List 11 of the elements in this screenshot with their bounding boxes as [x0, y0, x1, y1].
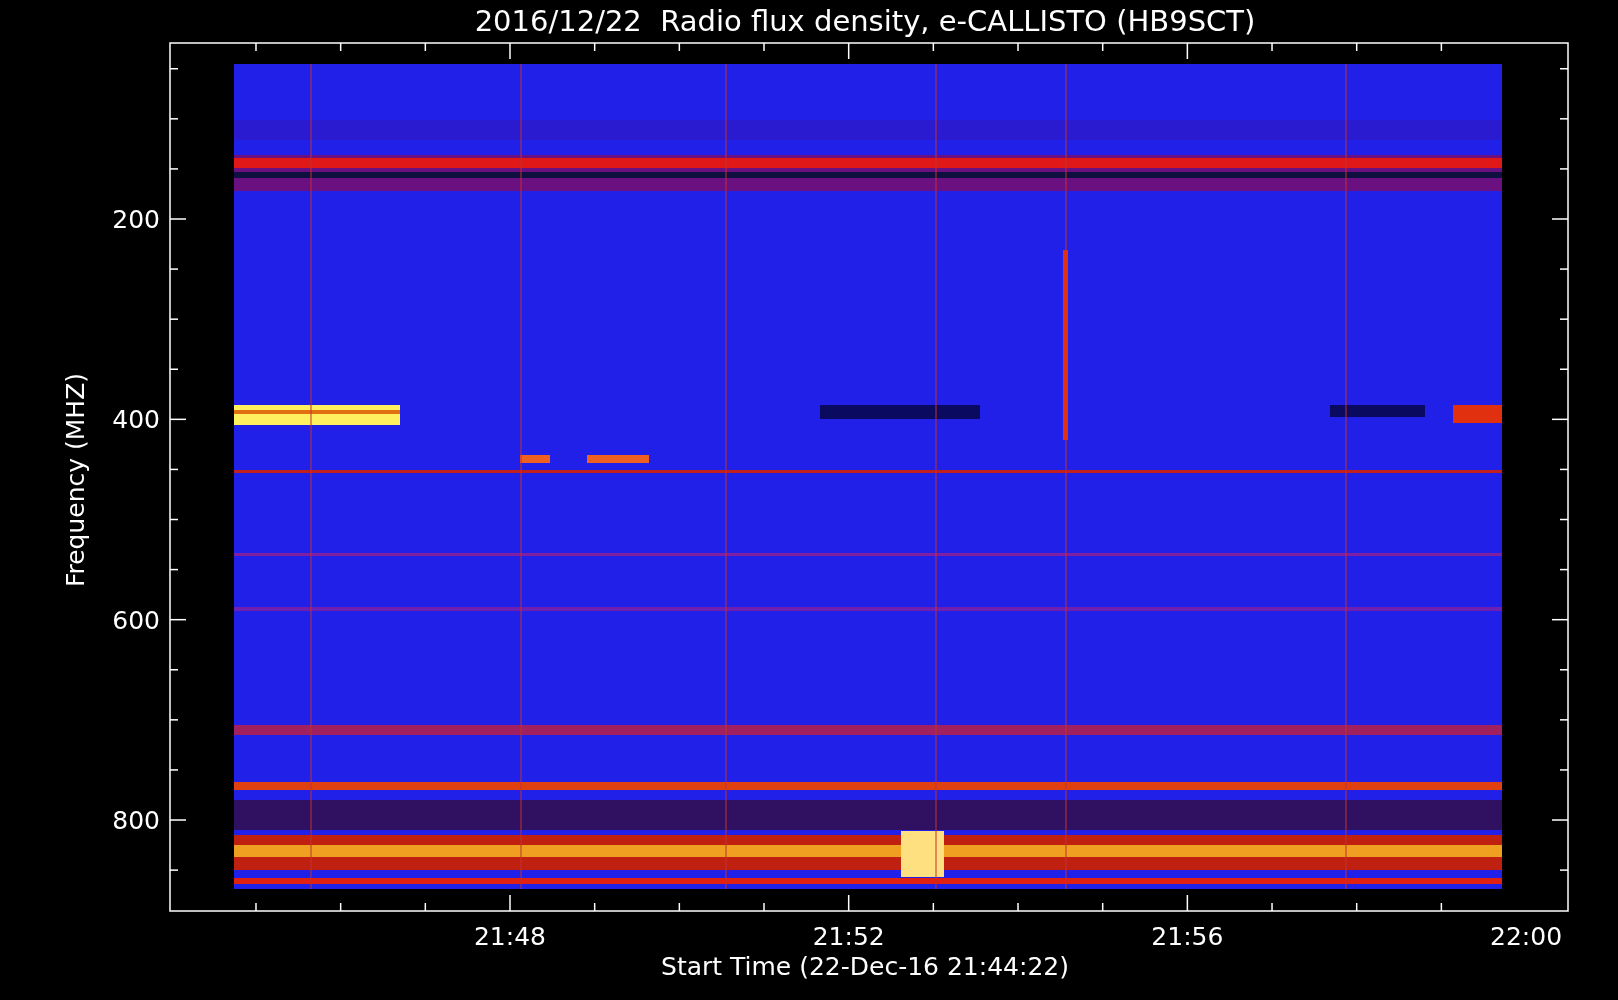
- chart-title: 2016/12/22 Radio flux density, e-CALLISTO (HB9SCT): [474, 4, 1256, 38]
- x-axis-label: Start Time (22-Dec-16 21:44:22): [661, 952, 1069, 981]
- x-tick-label: 21:56: [1151, 922, 1224, 951]
- x-tick-label: 22:00: [1490, 922, 1563, 951]
- y-tick-label: 600: [112, 605, 160, 635]
- y-tick-label: 400: [112, 405, 160, 435]
- x-tick-label: 21:52: [812, 922, 885, 951]
- x-tick-label: 21:48: [474, 922, 546, 951]
- y-tick-label: 200: [112, 205, 160, 234]
- y-tick-label: 800: [112, 806, 160, 835]
- y-axis-label: Frequency (MHZ): [61, 372, 90, 588]
